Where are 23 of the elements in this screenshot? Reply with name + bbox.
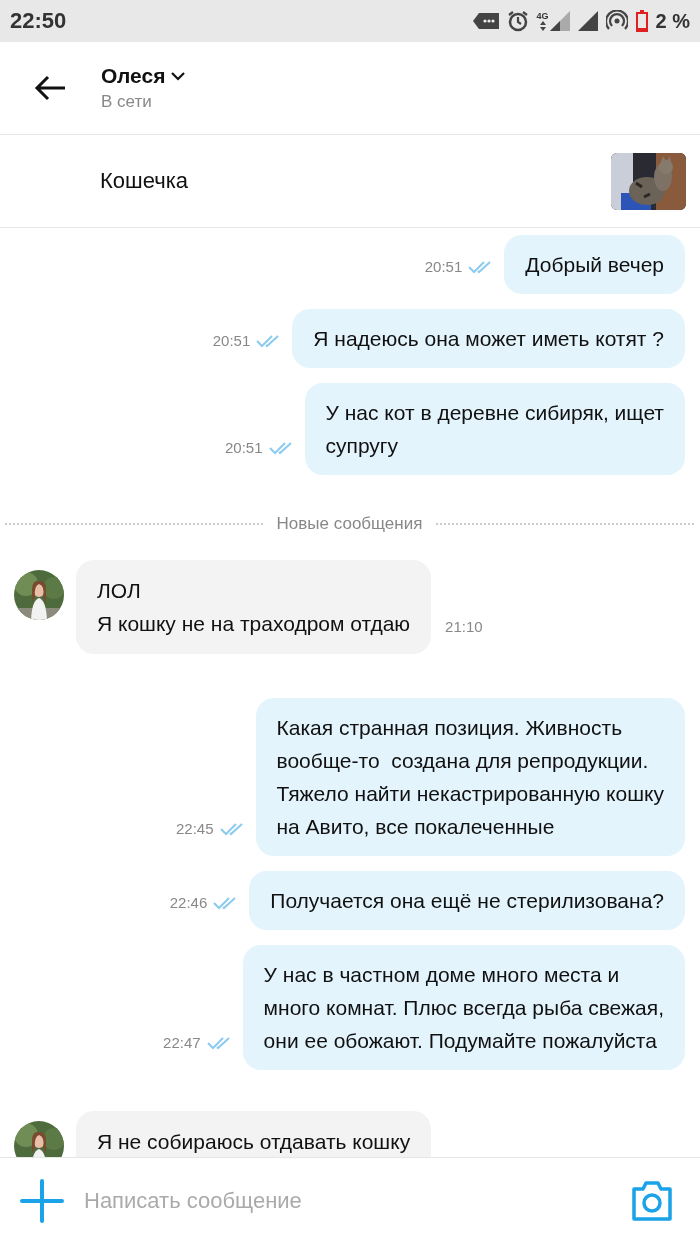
battery-percent: 2 % [655,9,690,33]
message-time: 20:51 [225,439,263,456]
sent-message-bubble: Добрый вечер [504,235,685,294]
message-time: 20:51 [424,258,463,275]
clock-time: 22:50 [10,8,68,34]
online-status: В сети [101,92,153,112]
message-time: 21:10 [445,618,483,635]
sent-message-bubble: Получается она ещё не стерилизована? [249,871,685,930]
message-time: 22:47 [163,1034,201,1051]
listing-title: Кошечка [100,168,189,194]
sent-message-bubble: У нас кот в деревне сибиряк, ищет супругу [304,383,685,475]
sent-message-bubble: Я надеюсь она может иметь котят ? [292,309,685,368]
network-type-label: 4G [536,12,549,21]
sent-message-bubble: У нас в частном доме много места и много комнат. Плюс всегда рыба свежая, они ее обожают. Подумайте пожалуйста [242,945,685,1070]
message-input-field[interactable]: Написать сообщение [84,1182,610,1220]
message-time: 22:46 [169,894,208,911]
message-time: 22:45 [175,820,214,837]
message-time: 20:51 [212,332,251,349]
sent-message-bubble: Какая странная позиция. Живность вообще-то создана для репродукции. Тяжело найти некастрированную кошку на Авито, все покалеченные [255,698,685,856]
new-messages-divider: Новые сообщения [276,514,423,534]
contact-name-button[interactable]: Олеся [101,64,186,88]
received-message-bubble: Я не собираюсь отдавать кошку [76,1111,432,1157]
received-message-bubble: ЛОЛ Я кошку не на траходром отдаю [76,560,432,654]
